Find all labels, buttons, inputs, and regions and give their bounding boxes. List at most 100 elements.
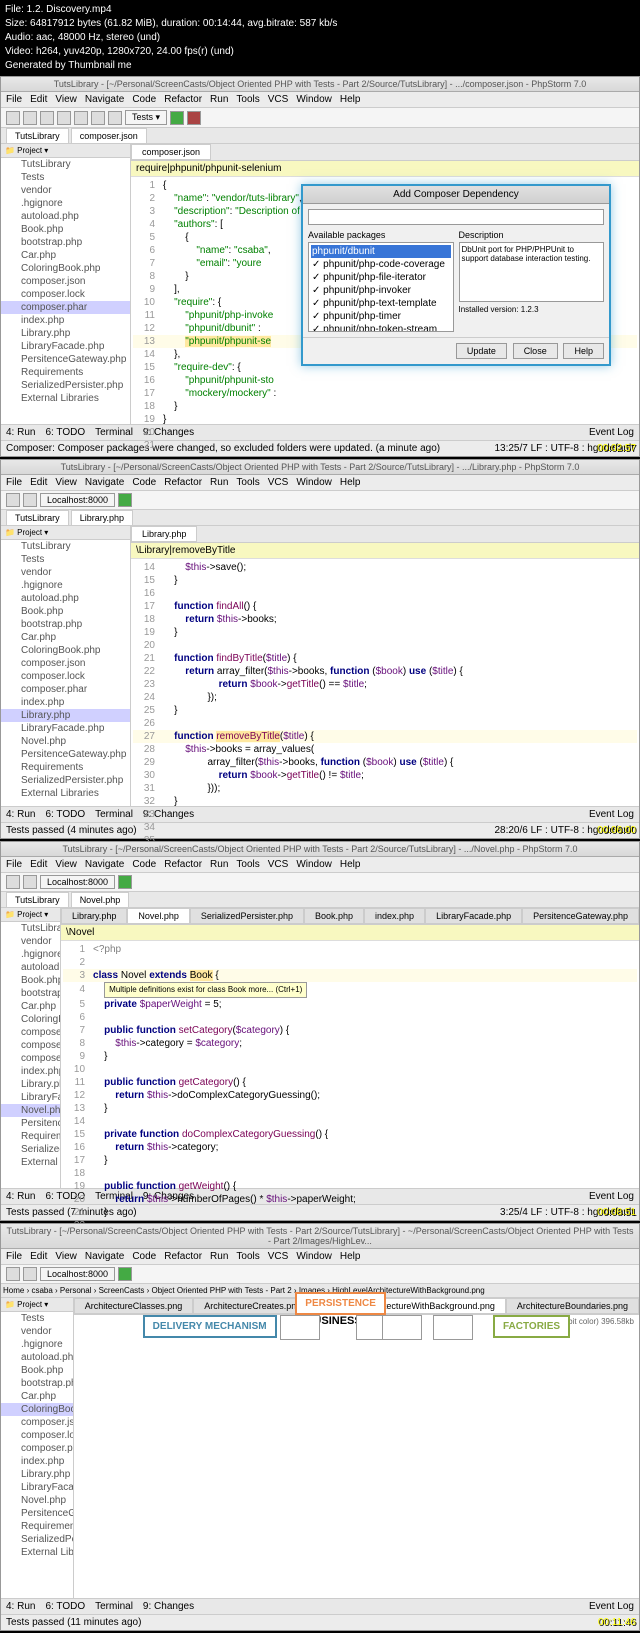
tree-item[interactable]: Car.php xyxy=(1,1390,73,1403)
editor-tab[interactable]: ArchitectureBoundaries.png xyxy=(506,1298,639,1314)
editor-tab[interactable]: SerializedPersister.php xyxy=(190,908,304,924)
tree-item[interactable]: composer.phar xyxy=(1,683,130,696)
tree-item[interactable]: Library.php xyxy=(1,1468,73,1481)
tree-item[interactable]: composer.json xyxy=(1,275,130,288)
tree-item[interactable]: autoload.php xyxy=(1,210,130,223)
project-tab[interactable]: 📁 Project ▾ xyxy=(1,144,130,158)
tree-item[interactable]: Car.php xyxy=(1,1000,60,1013)
menu-view[interactable]: View xyxy=(55,94,77,105)
tree-item[interactable]: SerializedPersister.php xyxy=(1,379,130,392)
editor-tab[interactable]: LibraryFacade.php xyxy=(425,908,522,924)
package-item[interactable]: ✓ phpunit/php-text-template xyxy=(311,297,451,310)
tree-item[interactable]: Car.php xyxy=(1,249,130,262)
package-item[interactable]: ✓ phpunit/php-token-stream xyxy=(311,323,451,332)
tree-item[interactable]: Car.php xyxy=(1,631,130,644)
editor-tab[interactable]: Book.php xyxy=(304,908,364,924)
tree-item[interactable]: composer.lock xyxy=(1,670,130,683)
tree-item[interactable]: .hgignore xyxy=(1,1338,73,1351)
editor-tab[interactable]: Novel.php xyxy=(127,908,190,924)
tree-item[interactable]: Tests xyxy=(1,171,130,184)
tree-item[interactable]: .hgignore xyxy=(1,197,130,210)
tree-item[interactable]: bootstrap.php xyxy=(1,618,130,631)
editor-tab[interactable]: PersitenceGateway.php xyxy=(522,908,639,924)
tree-item[interactable]: vendor xyxy=(1,935,60,948)
run-config[interactable]: Localhost:8000 xyxy=(40,493,115,507)
tree-item[interactable]: Requirements xyxy=(1,761,130,774)
tree-item[interactable]: composer.json xyxy=(1,1416,73,1429)
tree-item[interactable]: Book.php xyxy=(1,1364,73,1377)
help-button[interactable]: Help xyxy=(563,343,604,359)
tree-item[interactable]: autoload.php xyxy=(1,1351,73,1364)
package-item[interactable]: ✓ phpunit/php-code-coverage xyxy=(311,258,451,271)
open-icon[interactable] xyxy=(6,493,20,507)
tree-item[interactable]: Library.php xyxy=(1,709,130,722)
tree-item[interactable]: vendor xyxy=(1,1325,73,1338)
tree-item[interactable]: composer.phar xyxy=(1,1442,73,1455)
tree-item[interactable]: Requirements xyxy=(1,1520,73,1533)
tree-item[interactable]: ColoringBook.php xyxy=(1,644,130,657)
warning-tooltip[interactable]: Multiple definitions exist for class Boo… xyxy=(104,982,307,998)
tree-item[interactable]: LibraryFacade.php xyxy=(1,340,130,353)
tab-terminal[interactable]: Terminal xyxy=(95,427,133,438)
tree-item[interactable]: Library.php xyxy=(1,327,130,340)
tree-item[interactable]: SerializedPersister.php xyxy=(1,1143,60,1156)
tree-item[interactable]: composer.phar xyxy=(1,301,130,314)
tree-item[interactable]: composer.lock xyxy=(1,1429,73,1442)
tree-item[interactable]: Novel.php xyxy=(1,1104,60,1117)
menu-code[interactable]: Code xyxy=(132,94,156,105)
update-button[interactable]: Update xyxy=(456,343,507,359)
tree-item[interactable]: Tests xyxy=(1,1312,73,1325)
run-icon[interactable] xyxy=(170,111,184,125)
save-icon[interactable] xyxy=(23,493,37,507)
tree-item[interactable]: PersitenceGateway.php xyxy=(1,748,130,761)
package-item[interactable]: ✓ phpunit/php-invoker xyxy=(311,284,451,297)
tree-item[interactable]: composer.lock xyxy=(1,288,130,301)
menu-help[interactable]: Help xyxy=(340,94,361,105)
redo-icon[interactable] xyxy=(57,111,71,125)
run-config-selector[interactable]: Tests ▾ xyxy=(125,110,167,125)
tree-item[interactable]: PersitenceGateway.php xyxy=(1,353,130,366)
tree-item[interactable]: index.php xyxy=(1,1065,60,1078)
tree-item[interactable]: Novel.php xyxy=(1,1494,73,1507)
tree-item[interactable]: External Libraries xyxy=(1,392,130,405)
tree-item[interactable]: autoload.php xyxy=(1,961,60,974)
tree-item[interactable]: Book.php xyxy=(1,974,60,987)
menu-navigate[interactable]: Navigate xyxy=(85,94,124,105)
tree-item[interactable]: composer.json xyxy=(1,1026,60,1039)
package-item[interactable]: phpunit/dbunit xyxy=(311,245,451,258)
tree-item[interactable]: PersitenceGateway.php xyxy=(1,1117,60,1130)
save-icon[interactable] xyxy=(23,111,37,125)
editor-tab[interactable]: ArchitectureClasses.png xyxy=(74,1298,194,1314)
tree-item[interactable]: .hgignore xyxy=(1,579,130,592)
tree-item[interactable]: External Libraries xyxy=(1,1156,60,1169)
tree-item[interactable]: autoload.php xyxy=(1,592,130,605)
menu-edit[interactable]: Edit xyxy=(30,94,47,105)
open-icon[interactable] xyxy=(6,111,20,125)
tab-todo[interactable]: 6: TODO xyxy=(45,427,85,438)
cut-icon[interactable] xyxy=(74,111,88,125)
tree-item[interactable]: Requirements xyxy=(1,366,130,379)
tree-item[interactable]: SerializedPersister.php xyxy=(1,774,130,787)
tree-item[interactable]: bootstrap.php xyxy=(1,1377,73,1390)
menu-vcs[interactable]: VCS xyxy=(268,94,289,105)
tree-item[interactable]: composer.phar xyxy=(1,1052,60,1065)
project-tree[interactable]: 📁 Project ▾ Testsvendor.hgignoreautoload… xyxy=(1,1298,74,1598)
paste-icon[interactable] xyxy=(108,111,122,125)
tree-item[interactable]: vendor xyxy=(1,566,130,579)
menu-window[interactable]: Window xyxy=(296,94,332,105)
menu-file[interactable]: File xyxy=(6,94,22,105)
package-item[interactable]: ✓ phpunit/php-file-iterator xyxy=(311,271,451,284)
tree-item[interactable]: index.php xyxy=(1,696,130,709)
editor-tab[interactable]: index.php xyxy=(364,908,425,924)
tree-item[interactable]: vendor xyxy=(1,184,130,197)
tree-item[interactable]: ColoringBook.php xyxy=(1,1013,60,1026)
package-item[interactable]: ✓ phpunit/php-timer xyxy=(311,310,451,323)
tree-item[interactable]: Book.php xyxy=(1,605,130,618)
tree-item[interactable]: Requirements xyxy=(1,1130,60,1143)
tree-item[interactable]: .hgignore xyxy=(1,948,60,961)
code-editor[interactable]: 1<?php 2 3class Novel extends Book { 4 M… xyxy=(61,941,639,1260)
tree-item[interactable]: ColoringBook.php xyxy=(1,262,130,275)
package-list[interactable]: phpunit/dbunit✓ phpunit/php-code-coverag… xyxy=(308,242,454,332)
tree-item[interactable]: LibraryFacade.php xyxy=(1,1091,60,1104)
tree-item[interactable]: composer.lock xyxy=(1,1039,60,1052)
